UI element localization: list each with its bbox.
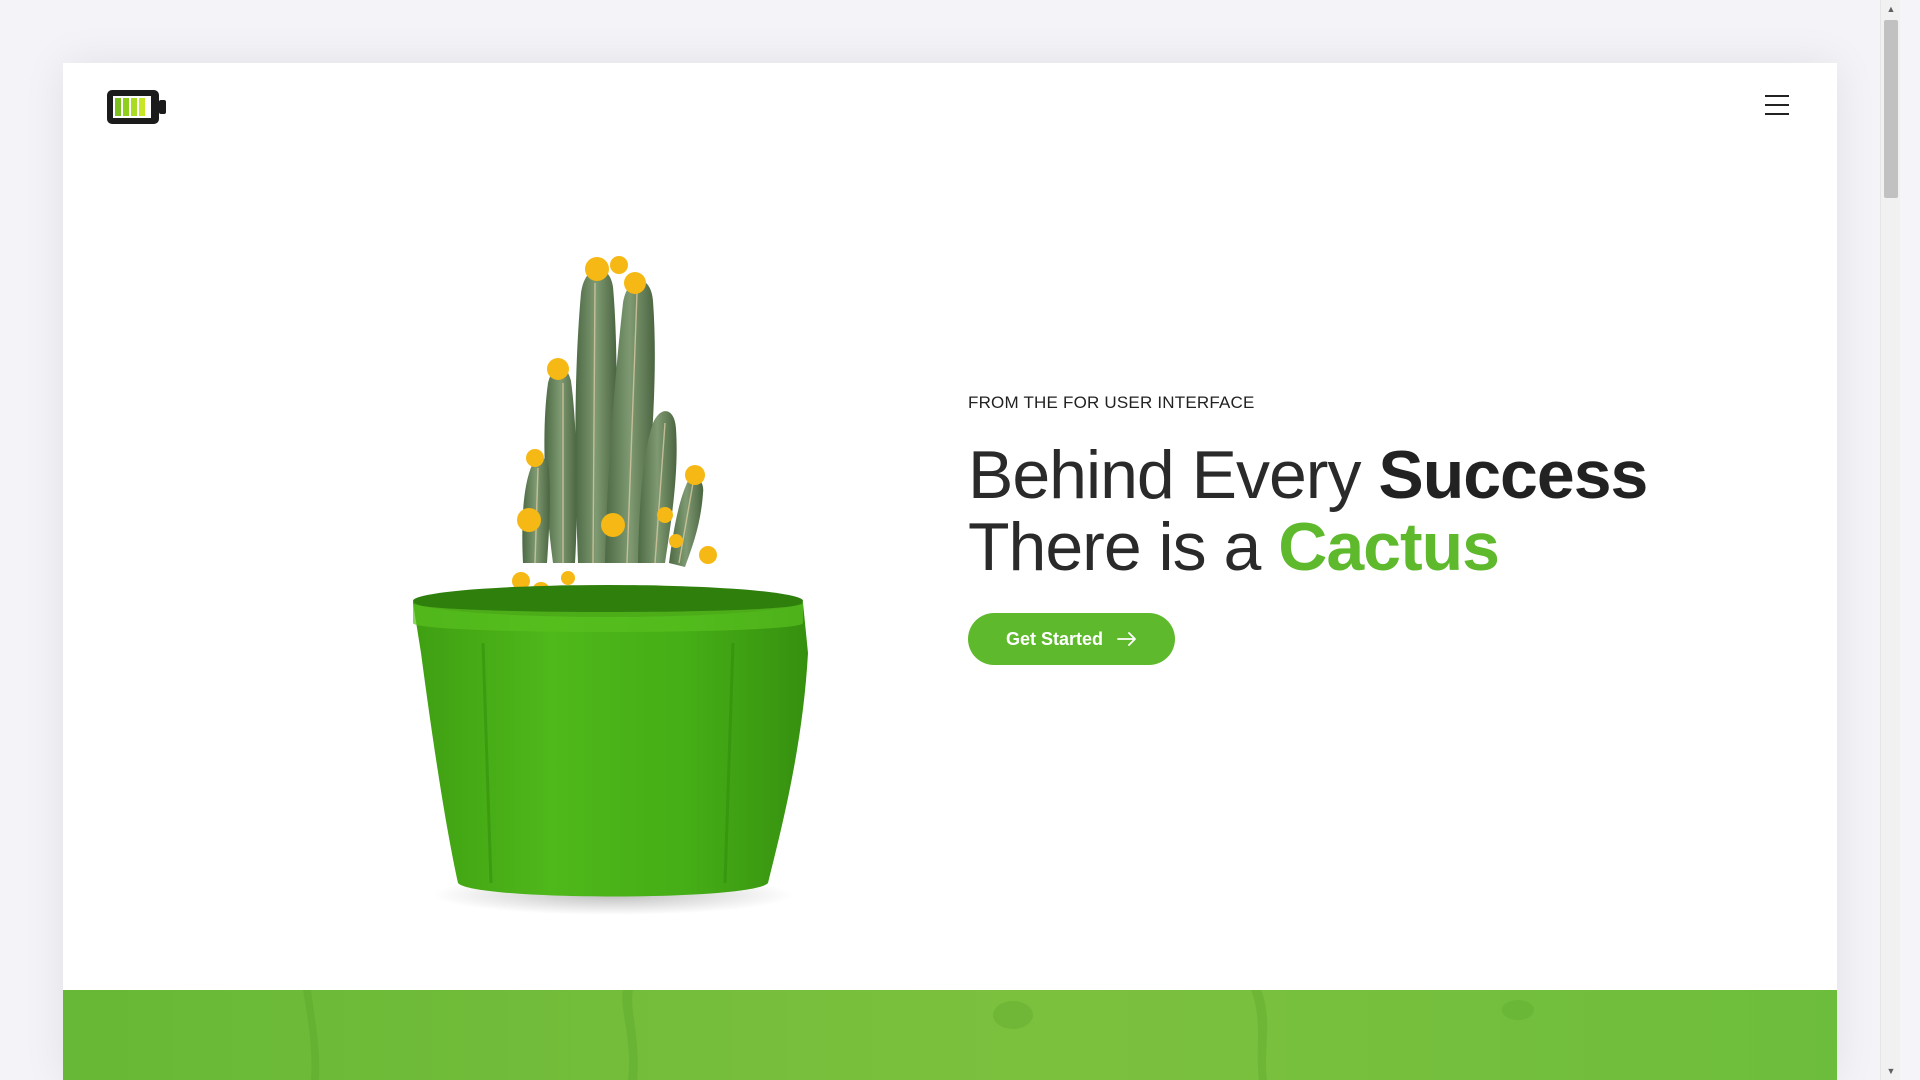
scrollbar-thumb[interactable] [1884,20,1898,198]
headline-light-text: Behind Every [968,437,1379,513]
triangle-up-icon[interactable]: ▲ [1881,0,1901,18]
browser-viewport: FROM THE FOR USER INTERFACE Behind Every… [0,0,1900,1080]
hero-eyebrow: FROM THE FOR USER INTERFACE [968,393,1255,412]
get-started-label: Get Started [1006,628,1104,649]
triangle-down-icon[interactable]: ▼ [1881,1062,1901,1080]
headline-line-2: There is a Cactus [968,511,1668,583]
green-section-band [63,990,1837,1080]
cactus-in-green-pot-image [373,183,863,923]
headline-line-1: Behind Every Success [968,439,1668,511]
hero-headline: Behind Every Success There is a Cactus [968,439,1668,583]
menu-bar [1765,104,1789,106]
menu-bar [1765,95,1789,97]
headline-light-text: There is a [968,509,1279,585]
hamburger-menu-icon[interactable] [1761,91,1793,119]
get-started-button[interactable]: Get Started [968,613,1176,665]
arrow-right-icon [1117,632,1136,646]
menu-bar [1765,113,1789,115]
vertical-scrollbar[interactable]: ▲ ▼ [1880,0,1900,1080]
battery-logo-icon[interactable] [105,87,169,127]
headline-bold-text: Success [1378,437,1648,513]
headline-accent-text: Cactus [1278,509,1500,585]
hero-text-block: FROM THE FOR USER INTERFACE Behind Every… [968,393,1668,665]
page-card: FROM THE FOR USER INTERFACE Behind Every… [63,63,1837,1080]
